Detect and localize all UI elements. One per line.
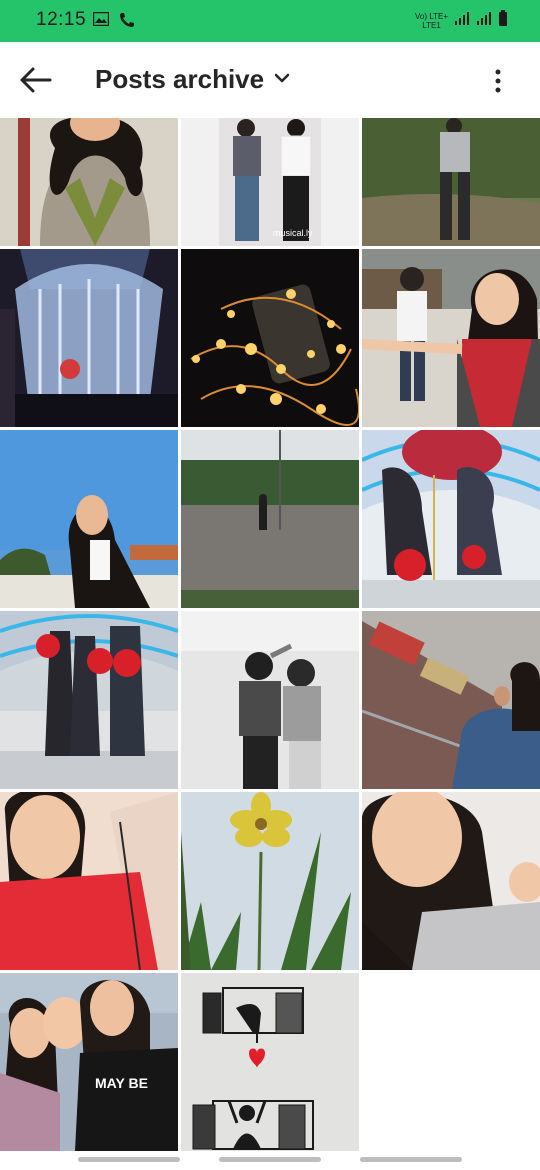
arrow-left-icon: [18, 67, 54, 100]
signal-icon-2: [476, 10, 492, 31]
archive-type-dropdown[interactable]: Posts archive: [95, 64, 290, 95]
post-thumbnail[interactable]: [0, 430, 178, 608]
status-time: 12:15: [36, 9, 87, 30]
back-button[interactable]: [18, 64, 54, 96]
notification-icons: 1: [92, 11, 135, 33]
post-thumbnail[interactable]: [362, 430, 540, 608]
post-thumbnail[interactable]: [181, 430, 359, 608]
scroll-indicator-right: [360, 1157, 462, 1162]
status-bar: 12:15 1 Vo) LTE+ LTE1: [0, 0, 540, 42]
post-thumbnail[interactable]: [0, 118, 178, 246]
post-thumbnail[interactable]: [0, 611, 178, 789]
post-thumbnail[interactable]: MAY BE: [0, 973, 178, 1151]
app-bar: Posts archive: [0, 42, 540, 118]
post-thumbnail[interactable]: [181, 249, 359, 427]
post-thumbnail[interactable]: [362, 118, 540, 246]
post-thumbnail[interactable]: [362, 249, 540, 427]
post-thumbnail[interactable]: [0, 792, 178, 970]
post-thumbnail[interactable]: [362, 611, 540, 789]
post-thumbnail[interactable]: [0, 249, 178, 427]
post-thumbnail[interactable]: [181, 611, 359, 789]
more-options-button[interactable]: [486, 68, 510, 94]
post-thumbnail[interactable]: [362, 792, 540, 970]
scroll-indicator-center: [219, 1157, 321, 1162]
more-vertical-icon: [486, 69, 510, 98]
watermark-text: musical.ly: [273, 228, 313, 238]
scroll-indicator-left: [78, 1157, 180, 1162]
network-type-bottom: LTE1: [422, 20, 441, 30]
network-label: Vo) LTE+ LTE1: [415, 12, 448, 30]
page-title: Posts archive: [95, 64, 265, 94]
battery-icon: [498, 10, 508, 31]
post-thumbnail[interactable]: [181, 792, 359, 970]
status-right-icons: Vo) LTE+ LTE1: [415, 10, 508, 31]
network-type-top: Vo) LTE+: [415, 11, 448, 21]
signal-icon-1: [454, 10, 470, 31]
post-thumbnail[interactable]: musical.ly: [181, 118, 359, 246]
image-notification-icon: [92, 11, 110, 33]
chevron-down-icon: [274, 71, 290, 89]
call-notification-icon: 1: [119, 12, 135, 33]
svg-text:1: 1: [128, 15, 132, 22]
post-thumbnail[interactable]: [181, 973, 359, 1151]
shirt-text: MAY BE: [95, 1075, 148, 1091]
